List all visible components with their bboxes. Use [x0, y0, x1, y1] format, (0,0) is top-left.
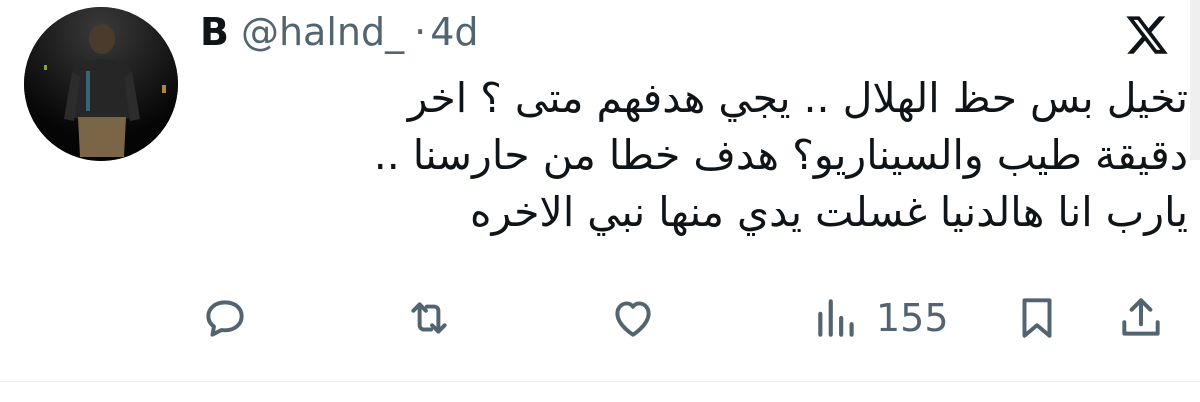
bar-chart-icon — [818, 299, 854, 337]
user-handle[interactable]: @halnd_ — [241, 4, 404, 60]
views-button[interactable]: 155 — [812, 288, 949, 348]
tweet-age[interactable]: 4d — [430, 4, 478, 60]
action-bar: 155 — [0, 288, 1200, 348]
views-count: 155 — [876, 296, 949, 340]
like-button[interactable] — [608, 288, 658, 348]
repost-button[interactable] — [404, 288, 454, 348]
tweet-header: B @halnd_ · 4d — [200, 4, 479, 60]
tweet-text-line: يارب انا هالدنيا غسلت يدي منها نبي الاخر… — [469, 188, 1188, 236]
reply-bubble-icon — [206, 300, 244, 337]
tweet-text-line: تخيل بس حظ الهلال .. يجي هدفهم متى ؟ اخر — [407, 74, 1188, 122]
tweet-card[interactable]: B @halnd_ · 4d تخيل بس حظ الهلال .. يجي … — [0, 0, 1200, 402]
share-upload-icon — [1122, 298, 1160, 336]
separator-dot: · — [414, 10, 427, 54]
share-button[interactable] — [1116, 288, 1166, 348]
avatar[interactable] — [24, 7, 178, 161]
divider — [0, 381, 1200, 382]
display-name[interactable]: B — [200, 4, 229, 60]
x-logo-icon — [1124, 12, 1170, 58]
bookmark-icon — [1022, 298, 1052, 338]
tweet-text-line: دقيقة طيب والسيناريو؟ هدف خطا من حارسنا … — [373, 131, 1188, 179]
heart-icon — [615, 301, 651, 337]
tweet-text: تخيل بس حظ الهلال .. يجي هدفهم متى ؟ اخر… — [330, 70, 1188, 241]
bookmark-button[interactable] — [1012, 288, 1062, 348]
reply-button[interactable] — [200, 288, 250, 348]
repost-arrows-icon — [411, 302, 447, 334]
scrollbar[interactable] — [1190, 0, 1200, 160]
